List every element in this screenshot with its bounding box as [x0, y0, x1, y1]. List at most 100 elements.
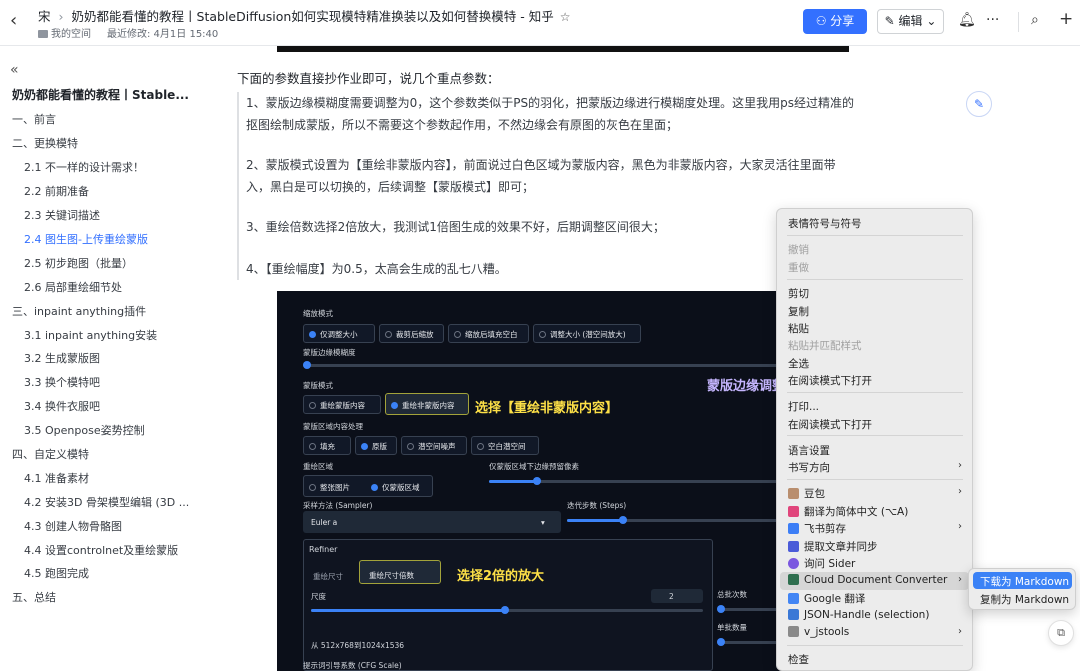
breadcrumb-owner[interactable]: 宋 — [38, 9, 51, 24]
menu-item-writing-direction[interactable]: 书写方向 — [788, 460, 830, 475]
toc-item[interactable]: 2.1 不一样的设计需求！ — [24, 159, 144, 175]
menu-label: 询问 Sider — [804, 558, 856, 570]
slider-knob — [717, 638, 725, 646]
pencil-icon: ✎ — [884, 14, 899, 28]
chevron-right-icon: › — [958, 574, 962, 585]
search-icon[interactable]: ⌕ — [1031, 12, 1039, 28]
dropdown-arrow-icon: ▾ — [541, 518, 545, 527]
mask-mode-label: 蒙版模式 — [303, 381, 333, 390]
add-icon[interactable]: + — [1059, 9, 1073, 29]
chevron-right-icon: › — [958, 486, 962, 497]
toc-item[interactable]: 3.5 Openpose姿势控制 — [24, 422, 145, 438]
menu-item-download-markdown[interactable]: 下载为 Markdown — [980, 574, 1069, 589]
menu-item-inspect[interactable]: 检查 — [788, 652, 809, 667]
toc-item[interactable]: 4.2 安装3D 骨架模型编辑 (3D ... — [24, 494, 189, 510]
refiner-label: Refiner — [309, 545, 338, 554]
radio-label: 整张图片 — [320, 483, 350, 492]
menu-item-cloud-doc[interactable]: Cloud Document Converter — [788, 574, 947, 586]
menu-item-paste-match: 粘贴并匹配样式 — [788, 340, 862, 352]
sampler-select — [303, 511, 561, 533]
toc-item[interactable]: 3.3 换个模特吧 — [24, 374, 100, 390]
cloud-doc-icon — [788, 574, 799, 585]
toc-item[interactable]: 4.4 设置controlnet及重绘蒙版 — [24, 542, 178, 558]
radio-option: 仅调整大小 — [309, 329, 358, 340]
previous-image-edge — [277, 46, 849, 52]
share-label: 分享 — [830, 14, 855, 28]
toc-item[interactable]: 4.1 准备素材 — [24, 470, 89, 486]
menu-item-paste[interactable]: 粘贴 — [788, 321, 809, 336]
menu-item-select-all[interactable]: 全选 — [788, 356, 809, 371]
toc-item[interactable]: 3.2 生成蒙版图 — [24, 350, 100, 366]
radio-option: 重绘蒙版内容 — [309, 400, 365, 411]
back-arrow-icon[interactable]: ‹ — [10, 10, 28, 32]
toc-item[interactable]: 4.5 跑图完成 — [24, 565, 89, 581]
bell-icon[interactable]: 🔔︎ — [958, 12, 976, 28]
radio-option: 缩放后填充空白 — [454, 329, 518, 340]
menu-item-reader-mode-2[interactable]: 在阅读模式下打开 — [788, 417, 872, 432]
toc-item[interactable]: 2.5 初步跑图（批量） — [24, 255, 133, 271]
puzzle-icon — [788, 626, 799, 637]
cloud-doc-submenu: 下载为 Markdown 复制为 Markdown — [968, 568, 1076, 610]
toc-item[interactable]: 3.1 inpaint anything安装 — [24, 327, 157, 343]
menu-label: 翻译为简体中文 (⌥A) — [804, 506, 909, 518]
document-tools-icon[interactable]: ⧉ — [1048, 620, 1074, 646]
slider-track — [303, 364, 803, 367]
menu-item-copy[interactable]: 复制 — [788, 304, 809, 319]
slider-knob — [303, 361, 311, 369]
menu-item-sider[interactable]: 询问 Sider — [788, 556, 855, 571]
annotation: 选择2倍的放大 — [457, 569, 545, 584]
menu-label: JSON-Handle (selection) — [804, 609, 930, 621]
doubao-icon — [788, 488, 799, 499]
toc-item[interactable]: 4.3 创建人物骨骼图 — [24, 518, 122, 534]
menu-item-feishu[interactable]: 飞书剪存 — [788, 521, 846, 536]
toc-item[interactable]: 三、inpaint anything插件 — [12, 303, 146, 319]
menu-item-jstools[interactable]: v_jstools — [788, 626, 849, 638]
doc-meta: 我的空间 最近修改: 4月1日 15:40 — [38, 25, 218, 40]
menu-separator — [787, 479, 963, 480]
share-button[interactable]: ⚇ 分享 — [803, 9, 867, 34]
toc-item-active[interactable]: 2.4 图生图-上传重绘蒙版 — [24, 231, 148, 247]
sider-icon — [788, 558, 799, 569]
radio-label: 填充 — [320, 442, 335, 451]
menu-item-doubao[interactable]: 豆包 — [788, 486, 825, 501]
menu-item-copy-markdown[interactable]: 复制为 Markdown — [980, 592, 1069, 607]
toc-item[interactable]: 一、前言 — [12, 111, 56, 127]
radio-option: 重绘非蒙版内容 — [391, 400, 455, 411]
menu-item-translate[interactable]: 翻译为简体中文 (⌥A) — [788, 504, 908, 519]
ai-assistant-icon[interactable]: ✎ — [966, 91, 992, 117]
toc-item[interactable]: 2.2 前期准备 — [24, 183, 89, 199]
collapse-sidebar-icon[interactable]: « — [10, 62, 19, 78]
google-translate-icon — [788, 593, 799, 604]
padding-label: 仅蒙版区域下边缘预留像素 — [489, 462, 579, 471]
menu-item-emoji[interactable]: 表情符号与符号 — [788, 216, 862, 231]
menu-item-cut[interactable]: 剪切 — [788, 286, 809, 301]
star-icon[interactable]: ☆ — [560, 10, 571, 24]
edit-button[interactable]: ✎ 编辑 ⌄ — [877, 9, 944, 34]
outline-doc-title[interactable]: 奶奶都能看懂的教程丨Stable... — [12, 86, 189, 103]
menu-item-redo: 重做 — [788, 262, 809, 274]
chevron-right-icon: › — [958, 521, 962, 532]
toc-item[interactable]: 二、更换模特 — [12, 135, 78, 151]
menu-label: Google 翻译 — [804, 593, 866, 605]
more-icon[interactable]: ··· — [986, 12, 999, 28]
toc-item[interactable]: 2.6 局部重绘细节处 — [24, 279, 122, 295]
toc-item[interactable]: 五、总结 — [12, 589, 56, 605]
menu-item-reader-mode[interactable]: 在阅读模式下打开 — [788, 373, 872, 388]
space-link[interactable]: 我的空间 — [51, 29, 91, 40]
radio-off-icon — [407, 443, 414, 450]
toc-item[interactable]: 四、自定义模特 — [12, 446, 89, 462]
quote-line: 1、蒙版边缘模糊度需要调整为0，这个参数类似于PS的羽化，把蒙版边缘进行模糊度处… — [246, 96, 854, 110]
radio-on-icon — [391, 402, 398, 409]
menu-item-json-handle[interactable]: JSON-Handle (selection) — [788, 609, 929, 621]
menu-item-extract[interactable]: 提取文章并同步 — [788, 539, 878, 554]
menu-item-print[interactable]: 打印... — [788, 399, 819, 414]
menu-item-google-translate[interactable]: Google 翻译 — [788, 591, 865, 606]
menu-label: v_jstools — [804, 626, 850, 638]
slider-knob — [717, 605, 725, 613]
menu-item-language[interactable]: 语言设置 — [788, 443, 830, 458]
radio-label: 原版 — [372, 442, 387, 451]
toc-item[interactable]: 3.4 换件衣服吧 — [24, 398, 100, 414]
quote-line: 2、蒙版模式设置为【重绘非蒙版内容】，前面说过白色区域为蒙版内容，黑色为非蒙版内… — [246, 158, 836, 172]
radio-label: 仅蒙版区域 — [382, 483, 420, 492]
toc-item[interactable]: 2.3 关键词描述 — [24, 207, 100, 223]
